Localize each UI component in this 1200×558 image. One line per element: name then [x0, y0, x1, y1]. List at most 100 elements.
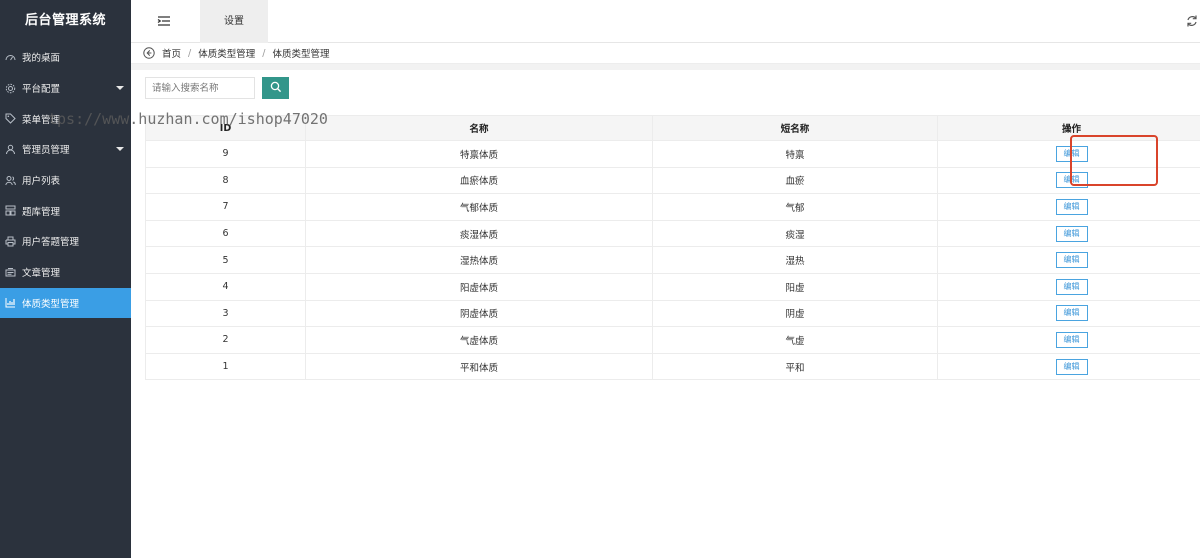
edit-button[interactable]: 编辑: [1055, 252, 1088, 269]
edit-button[interactable]: 编辑: [1055, 145, 1088, 162]
cell-short-name: 湿热: [652, 246, 938, 274]
printer-icon: [4, 235, 16, 247]
search-input[interactable]: [145, 77, 255, 99]
cell-id: 8: [145, 166, 306, 195]
app: 后台管理系统 我的桌面平台配置菜单管理管理员管理用户列表题库管理用户答题管理 文章…: [0, 0, 1200, 558]
table-row: 9 特禀体质 特禀 编辑: [145, 140, 1200, 168]
cell-id: 4: [145, 272, 306, 301]
tab-settings[interactable]: 设置: [200, 0, 268, 43]
cell-name: 特禀体质: [305, 140, 653, 168]
sidebar-item-label: 管理员管理: [22, 145, 70, 157]
users-icon: [4, 174, 16, 186]
cell-id: 1: [145, 352, 306, 381]
edit-button[interactable]: 编辑: [1055, 305, 1088, 322]
sidebar-item-label: 用户列表: [22, 176, 61, 188]
column-header-name: 名称: [305, 115, 653, 141]
sidebar: 后台管理系统 我的桌面平台配置菜单管理管理员管理用户列表题库管理用户答题管理 文章…: [0, 0, 131, 558]
edit-button[interactable]: 编辑: [1055, 278, 1088, 295]
table-row: 6 痰湿体质 痰湿 编辑: [145, 219, 1200, 248]
column-header-short-name: 短名称: [652, 115, 938, 141]
table-row: 4 阳虚体质 阳虚 编辑: [145, 272, 1200, 301]
cell-id: 9: [145, 140, 306, 168]
sidebar-item-label: 用户答题管理: [22, 237, 80, 249]
app-title: 后台管理系统: [24, 13, 106, 28]
content-divider: [131, 64, 1200, 70]
cell-name: 血瘀体质: [305, 166, 653, 195]
search-button[interactable]: [262, 77, 289, 99]
breadcrumb-section[interactable]: 体质类型管理: [198, 46, 255, 60]
menu-toggle-icon[interactable]: [157, 14, 171, 28]
cell-short-name: 气虚: [652, 326, 938, 354]
cell-actions: 编辑: [937, 246, 1200, 274]
edit-button[interactable]: 编辑: [1055, 172, 1088, 189]
sidebar-item-label: 文章管理: [22, 268, 61, 280]
chart-icon: [4, 297, 16, 309]
top-bar: 设置: [131, 0, 1200, 43]
sidebar-item-label: 平台配置: [22, 84, 61, 96]
cell-id: 5: [145, 246, 306, 274]
cell-actions: 编辑: [937, 326, 1200, 354]
user-icon: [4, 143, 16, 155]
search-icon: [270, 81, 282, 96]
cell-actions: 编辑: [937, 352, 1200, 381]
column-header-id: ID: [145, 115, 306, 141]
cell-name: 气郁体质: [305, 193, 653, 221]
cell-short-name: 阴虚: [652, 299, 938, 328]
breadcrumb-separator: /: [188, 47, 192, 59]
table-header-row: ID 名称 短名称 操作: [145, 115, 1200, 141]
table-row: 1 平和体质 平和 编辑: [145, 352, 1200, 381]
cell-id: 3: [145, 299, 306, 328]
breadcrumb-home[interactable]: 首页: [162, 46, 181, 60]
chevron-down-icon[interactable]: [116, 86, 124, 91]
cell-id: 2: [145, 326, 306, 354]
breadcrumb: 首页 / 体质类型管理 / 体质类型管理: [131, 43, 1200, 64]
sidebar-item-8[interactable]: 体质类型管理: [0, 287, 131, 319]
edit-button[interactable]: 编辑: [1055, 225, 1088, 242]
cell-short-name: 血瘀: [652, 166, 938, 195]
back-icon[interactable]: [143, 47, 155, 59]
grid-icon: [4, 205, 16, 217]
sidebar-item-label: 菜单管理: [22, 114, 61, 126]
table-row: 8 血瘀体质 血瘀 编辑: [145, 166, 1200, 195]
cell-actions: 编辑: [937, 299, 1200, 328]
cell-short-name: 气郁: [652, 193, 938, 221]
sidebar-item-label: 我的桌面: [22, 53, 61, 65]
gear-icon: [4, 82, 16, 94]
cell-short-name: 平和: [652, 352, 938, 381]
cell-actions: 编辑: [937, 193, 1200, 221]
column-header-actions: 操作: [937, 115, 1200, 141]
edit-button[interactable]: 编辑: [1055, 198, 1088, 215]
sidebar-item-0[interactable]: 我的桌面: [0, 42, 131, 73]
table-row: 5 湿热体质 湿热 编辑: [145, 246, 1200, 274]
breadcrumb-separator: /: [262, 47, 266, 59]
table-row: 3 阴虚体质 阴虚 编辑: [145, 299, 1200, 328]
cell-short-name: 痰湿: [652, 219, 938, 248]
sidebar-item-1[interactable]: 平台配置: [0, 73, 131, 104]
sidebar-item-2[interactable]: 菜单管理: [0, 103, 131, 134]
tag-icon: [4, 113, 16, 125]
cell-name: 气虚体质: [305, 326, 653, 354]
cell-name: 痰湿体质: [305, 219, 653, 248]
sidebar-item-4[interactable]: 用户列表: [0, 165, 131, 196]
table-row: 2 气虚体质 气虚 编辑: [145, 326, 1200, 354]
chevron-down-icon[interactable]: [116, 147, 124, 152]
cell-name: 阴虚体质: [305, 299, 653, 328]
sidebar-nav: 我的桌面平台配置菜单管理管理员管理用户列表题库管理用户答题管理 文章管理体质类型管…: [0, 42, 131, 319]
cell-name: 平和体质: [305, 352, 653, 381]
cell-actions: 编辑: [937, 272, 1200, 301]
constitution-type-table: ID 名称 短名称 操作 9 特禀体质 特禀 编辑 8 血瘀体质 血瘀 编辑 7 气郁体质 气郁 编辑…: [145, 115, 1200, 381]
document-icon: [4, 266, 16, 278]
edit-button[interactable]: 编辑: [1055, 331, 1088, 348]
sidebar-item-7[interactable]: 文章管理: [0, 257, 131, 288]
cell-short-name: 特禀: [652, 140, 938, 168]
cell-id: 7: [145, 193, 306, 221]
sidebar-item-5[interactable]: 题库管理: [0, 195, 131, 226]
table-row: 7 气郁体质 气郁 编辑: [145, 193, 1200, 221]
sidebar-item-6[interactable]: 用户答题管理: [0, 226, 131, 257]
dashboard-icon: [4, 51, 16, 63]
cell-short-name: 阳虚: [652, 272, 938, 301]
refresh-icon[interactable]: [1186, 14, 1198, 28]
table-body: 9 特禀体质 特禀 编辑 8 血瘀体质 血瘀 编辑 7 气郁体质 气郁 编辑 6 痰湿体质 痰湿 编辑 5 湿热体…: [145, 140, 1200, 381]
edit-button[interactable]: 编辑: [1055, 358, 1088, 375]
sidebar-item-3[interactable]: 管理员管理: [0, 134, 131, 165]
